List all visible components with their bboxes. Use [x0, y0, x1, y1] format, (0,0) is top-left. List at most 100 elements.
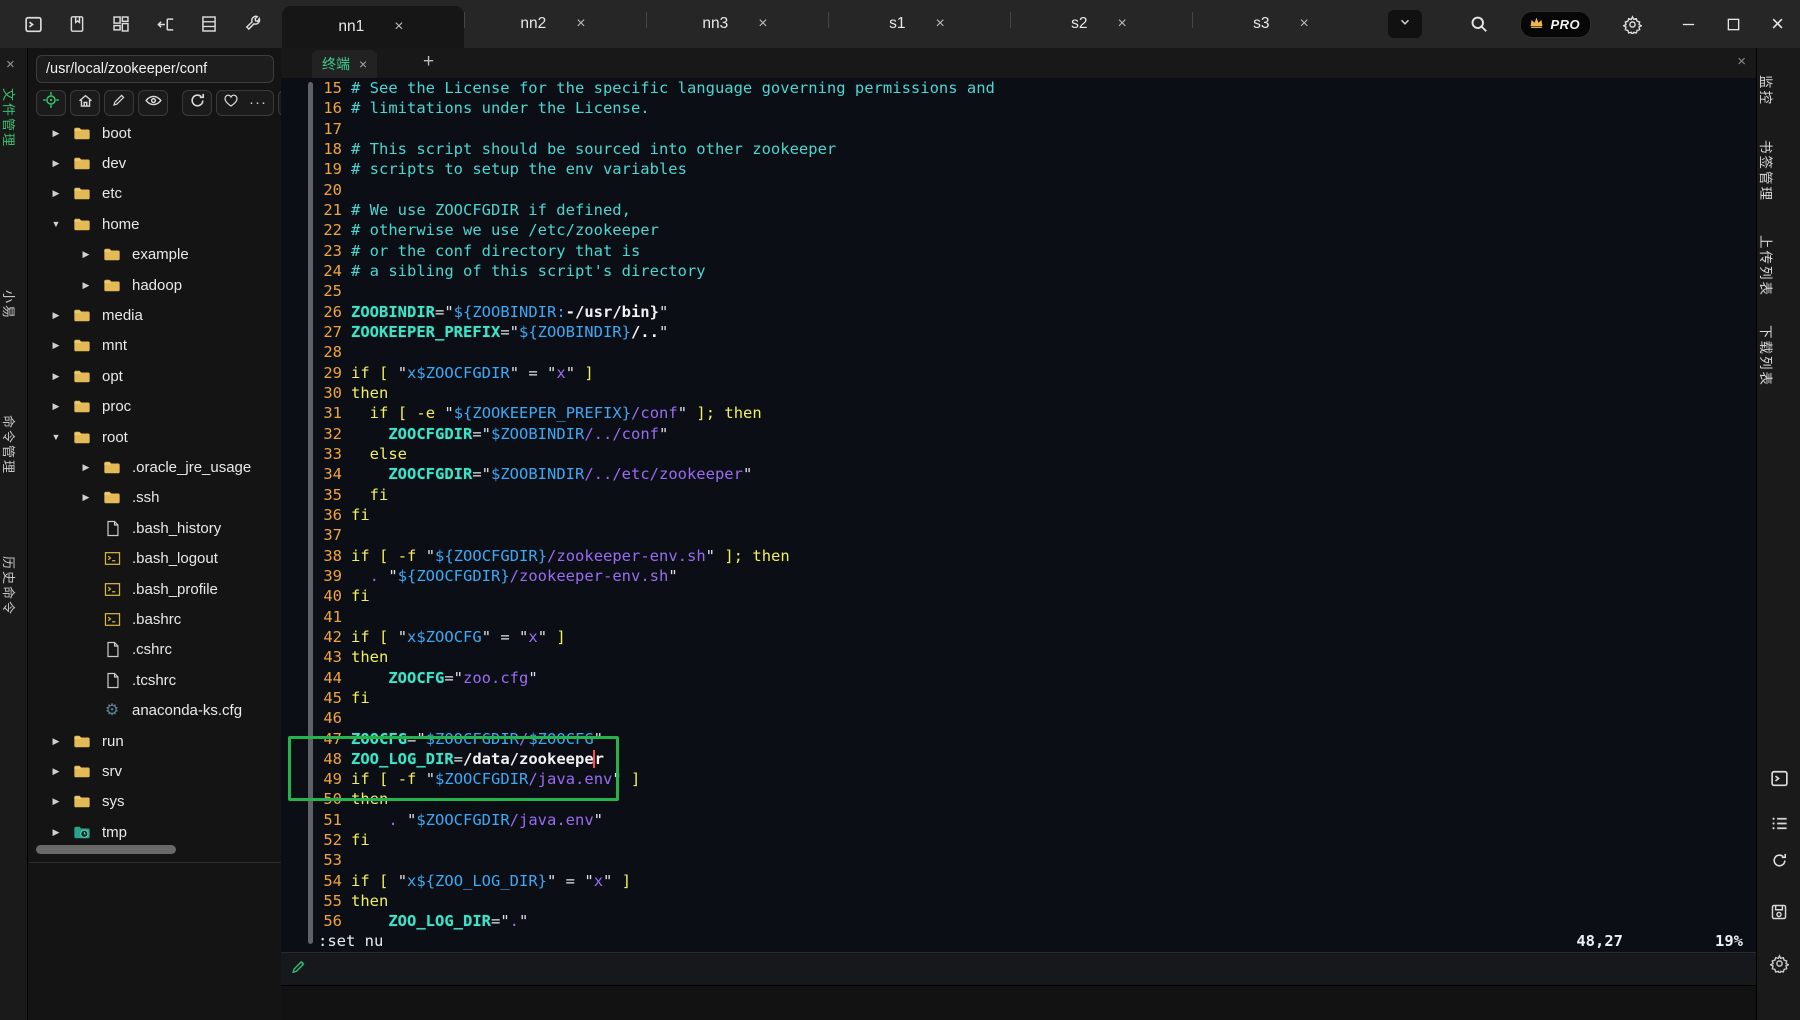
- expander-icon[interactable]: ▶: [79, 280, 93, 291]
- terminal-tab[interactable]: 终端 ×: [312, 50, 377, 78]
- tab-close-icon[interactable]: ×: [572, 14, 589, 34]
- session-tab-nn2[interactable]: nn2×: [464, 0, 646, 48]
- tree-item-boot[interactable]: ▶boot: [29, 118, 281, 148]
- tab-close-icon[interactable]: ×: [1296, 14, 1313, 34]
- session-tab-nn1[interactable]: nn1×: [282, 6, 464, 48]
- tree-item-.bash_logout[interactable]: .bash_logout: [29, 543, 281, 573]
- tree-item-media[interactable]: ▶media: [29, 300, 281, 330]
- home-button[interactable]: [70, 90, 100, 116]
- tab-close-icon[interactable]: ×: [754, 14, 771, 34]
- expander-icon[interactable]: ▶: [79, 492, 93, 503]
- tree-item-hadoop[interactable]: ▶hadoop: [29, 270, 281, 300]
- tree-item-proc[interactable]: ▶proc: [29, 392, 281, 422]
- terminal-window-button[interactable]: [1768, 770, 1790, 792]
- refresh-button[interactable]: [182, 90, 212, 116]
- tree-item-home[interactable]: ▼home: [29, 209, 281, 239]
- expander-icon[interactable]: ▶: [49, 340, 63, 351]
- tab-close-icon[interactable]: ×: [1114, 14, 1131, 34]
- path-input[interactable]: [36, 55, 274, 83]
- terminal-tab-close-icon[interactable]: ×: [359, 56, 367, 72]
- expander-icon[interactable]: ▼: [49, 219, 63, 229]
- search-button[interactable]: [1464, 9, 1494, 39]
- vim-editor[interactable]: 15# See the License for the specific lan…: [281, 78, 1756, 952]
- pro-badge[interactable]: PRO: [1520, 11, 1591, 38]
- tree-item-mnt[interactable]: ▶mnt: [29, 331, 281, 361]
- rail-tab-下载列表[interactable]: 下载列表: [1757, 325, 1800, 387]
- rail-tab-书签管理[interactable]: 书签管理: [1757, 140, 1800, 202]
- new-terminal-button[interactable]: +: [423, 51, 434, 73]
- heart-icon[interactable]: [223, 93, 239, 113]
- pen-button[interactable]: [104, 90, 134, 116]
- expander-icon[interactable]: ▶: [49, 401, 63, 412]
- expander-icon[interactable]: ▶: [49, 371, 63, 382]
- tree-item-sys[interactable]: ▶sys: [29, 787, 281, 817]
- expander-icon[interactable]: ▶: [79, 462, 93, 473]
- tab-close-icon[interactable]: ×: [932, 14, 949, 34]
- rail-tab-命令管理[interactable]: 命令管理: [0, 415, 28, 475]
- bookmark-file-button[interactable]: [62, 9, 92, 39]
- session-tab-nn3[interactable]: nn3×: [646, 0, 828, 48]
- folder-icon: [72, 156, 92, 171]
- fork-connection-button[interactable]: [150, 9, 180, 39]
- wrench-button[interactable]: [238, 9, 268, 39]
- expander-icon[interactable]: ▶: [79, 249, 93, 260]
- expander-icon[interactable]: ▶: [49, 766, 63, 777]
- expander-icon[interactable]: ▶: [49, 188, 63, 199]
- settings-button[interactable]: [1617, 9, 1647, 39]
- refresh-button[interactable]: [1768, 852, 1790, 874]
- tree-item-run[interactable]: ▶run: [29, 726, 281, 756]
- expander-icon[interactable]: ▶: [49, 796, 63, 807]
- save-button[interactable]: [1768, 903, 1790, 925]
- gear-button[interactable]: [1768, 955, 1790, 977]
- tree-item-dev[interactable]: ▶dev: [29, 148, 281, 178]
- annotate-pen-icon[interactable]: [290, 958, 307, 980]
- tree-item-tmp[interactable]: ▶tmp: [29, 817, 281, 847]
- expander-icon[interactable]: ▶: [49, 128, 63, 139]
- session-tab-s3[interactable]: s3×: [1192, 0, 1374, 48]
- tree-item-.bash_profile[interactable]: .bash_profile: [29, 574, 281, 604]
- rail-tab-小易[interactable]: 小易: [0, 290, 28, 320]
- session-tab-s2[interactable]: s2×: [1010, 0, 1192, 48]
- expander-icon[interactable]: ▶: [49, 158, 63, 169]
- tree-item-.bashrc[interactable]: .bashrc: [29, 604, 281, 634]
- panel-close-icon[interactable]: ×: [6, 56, 15, 73]
- tree-item-.tcshrc[interactable]: .tcshrc: [29, 665, 281, 695]
- rail-tab-上传列表[interactable]: 上传列表: [1757, 235, 1800, 297]
- tree-item-.cshrc[interactable]: .cshrc: [29, 635, 281, 665]
- favorites-more-button[interactable]: ···: [216, 90, 274, 116]
- close-button[interactable]: ×: [1771, 13, 1784, 35]
- annotation-toolbar: [281, 952, 1756, 985]
- tab-close-icon[interactable]: ×: [390, 17, 407, 37]
- line-number: 38: [322, 546, 342, 566]
- expander-icon[interactable]: ▶: [49, 827, 63, 838]
- maximize-button[interactable]: [1726, 17, 1741, 32]
- rail-tab-监控[interactable]: 监控: [1757, 75, 1800, 106]
- expander-icon[interactable]: ▼: [49, 432, 63, 442]
- tree-item-root[interactable]: ▼root: [29, 422, 281, 452]
- eye-button[interactable]: [138, 90, 168, 116]
- tree-item-anaconda-ks.cfg[interactable]: ⚙anaconda-ks.cfg: [29, 695, 281, 725]
- terminal-window-button[interactable]: [18, 9, 48, 39]
- list-button[interactable]: [1768, 815, 1790, 837]
- tab-overflow-button[interactable]: [1388, 10, 1422, 38]
- locate-button[interactable]: [36, 90, 66, 116]
- tree-item-etc[interactable]: ▶etc: [29, 179, 281, 209]
- more-icon[interactable]: ···: [249, 99, 267, 107]
- layout-grid-button[interactable]: [106, 9, 136, 39]
- expander-icon[interactable]: ▶: [49, 736, 63, 747]
- expander-icon[interactable]: ▶: [49, 310, 63, 321]
- tree-item-srv[interactable]: ▶srv: [29, 756, 281, 786]
- minimize-button[interactable]: [1681, 17, 1696, 32]
- session-tab-s1[interactable]: s1×: [828, 0, 1010, 48]
- tree-item-.oracle_jre_usage[interactable]: ▶.oracle_jre_usage: [29, 452, 281, 482]
- horizontal-scrollbar[interactable]: [36, 845, 176, 854]
- terminal-pane-close-icon[interactable]: ×: [1737, 53, 1746, 70]
- tree-item-.ssh[interactable]: ▶.ssh: [29, 483, 281, 513]
- code-line: 54if [ "x${ZOO_LOG_DIR}" = "x" ]: [281, 871, 1756, 891]
- tree-item-opt[interactable]: ▶opt: [29, 361, 281, 391]
- tree-item-.bash_history[interactable]: .bash_history: [29, 513, 281, 543]
- tree-item-example[interactable]: ▶example: [29, 240, 281, 270]
- rail-tab-历史命令[interactable]: 历史命令: [0, 556, 28, 616]
- server-list-button[interactable]: [194, 9, 224, 39]
- rail-tab-文件管理[interactable]: 文件管理: [0, 88, 28, 148]
